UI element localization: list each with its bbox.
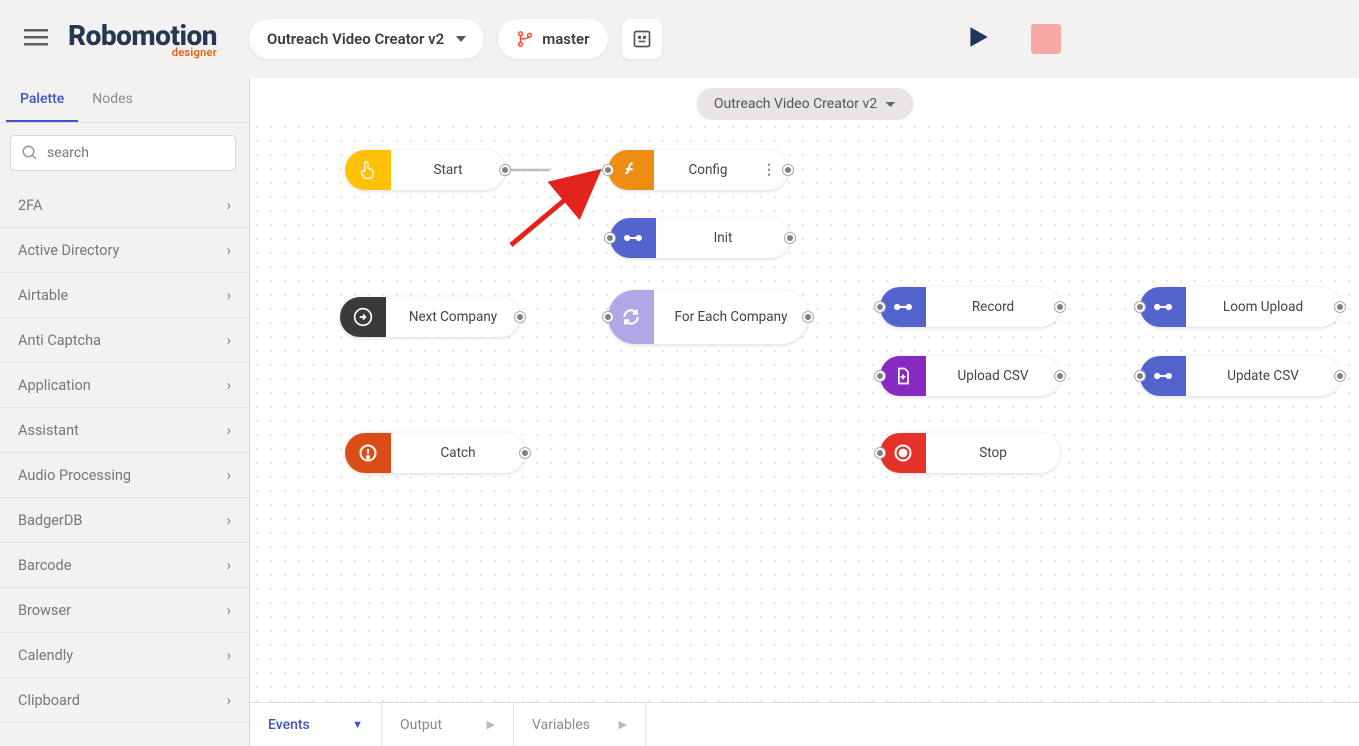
port-out[interactable] [785, 233, 795, 243]
node-label: Start [391, 162, 505, 178]
node-record[interactable]: Record [880, 287, 1060, 327]
flow-icon [880, 287, 926, 327]
node-label: Next Company [386, 309, 520, 325]
node-label: Loom Upload [1186, 299, 1340, 315]
play-button[interactable] [965, 24, 991, 54]
node-upcsv[interactable]: Upload CSV [880, 356, 1060, 396]
node-next[interactable]: Next Company [340, 297, 520, 337]
node-label: Init [656, 230, 790, 246]
category-list: 2FA›Active Directory›Airtable›Anti Captc… [0, 183, 249, 746]
search-field[interactable] [47, 145, 225, 161]
port-out[interactable] [1335, 302, 1345, 312]
chevron-down-icon [456, 36, 466, 42]
port-in[interactable] [1135, 371, 1145, 381]
node-label: Upload CSV [926, 368, 1060, 384]
refresh-icon [608, 290, 654, 344]
project-selector[interactable]: Outreach Video Creator v2 [249, 19, 484, 59]
port-out[interactable] [1335, 371, 1345, 381]
node-stop[interactable]: Stop [880, 433, 1060, 473]
search-icon [21, 144, 39, 162]
node-label: Catch [391, 445, 525, 461]
port-out[interactable] [500, 165, 510, 175]
category-item[interactable]: BadgerDB› [0, 498, 249, 543]
category-item[interactable]: Clipboard› [0, 678, 249, 723]
logo: Robomotion designer [68, 19, 217, 59]
node-loom[interactable]: Loom Upload [1140, 287, 1340, 327]
node-config[interactable]: Config⋮ [608, 150, 788, 190]
port-in[interactable] [875, 302, 885, 312]
bottom-tabs: Events▼ Output▶ Variables▶ [250, 702, 1359, 746]
project-name: Outreach Video Creator v2 [267, 30, 444, 48]
topbar: Robomotion designer Outreach Video Creat… [0, 0, 1359, 78]
node-label: For Each Company [654, 309, 808, 325]
port-in[interactable] [875, 448, 885, 458]
arrow-icon [340, 297, 386, 337]
flow-icon [610, 218, 656, 258]
flow-icon [1140, 356, 1186, 396]
category-item[interactable]: Audio Processing› [0, 453, 249, 498]
port-out[interactable] [1055, 302, 1065, 312]
canvas-title-chip[interactable]: Outreach Video Creator v2 [696, 88, 913, 120]
port-out[interactable] [783, 165, 793, 175]
canvas[interactable]: Start Config⋮ Init Next Company For Each Com… [250, 120, 1359, 702]
sidebar: Palette Nodes 2FA›Active Directory›Airta… [0, 78, 250, 746]
btab-variables[interactable]: Variables▶ [514, 703, 646, 746]
node-label: Config [654, 162, 762, 178]
hamburger-icon[interactable] [24, 25, 48, 53]
category-item[interactable]: Active Directory› [0, 228, 249, 273]
brand-sub: designer [172, 46, 217, 59]
node-catch[interactable]: Catch [345, 433, 525, 473]
node-foreach[interactable]: For Each Company [608, 290, 808, 344]
branch-selector[interactable]: master [498, 19, 607, 59]
stop-button[interactable] [1031, 24, 1061, 54]
btab-output[interactable]: Output▶ [382, 703, 514, 746]
node-init[interactable]: Init [610, 218, 790, 258]
port-out[interactable] [1055, 371, 1065, 381]
tab-nodes[interactable]: Nodes [78, 78, 147, 122]
port-in[interactable] [1135, 302, 1145, 312]
port-out[interactable] [520, 448, 530, 458]
category-item[interactable]: Anti Captcha› [0, 318, 249, 363]
port-in[interactable] [603, 312, 613, 322]
canvas-area: Outreach Video Creator v2 Start Config⋮ In… [250, 78, 1359, 746]
sidebar-tabs: Palette Nodes [0, 78, 249, 123]
node-updcsv[interactable]: Update CSV [1140, 356, 1340, 396]
stop-icon [880, 433, 926, 473]
tab-palette[interactable]: Palette [6, 78, 78, 122]
category-item[interactable]: 2FA› [0, 183, 249, 228]
port-out[interactable] [515, 312, 525, 322]
node-label: Update CSV [1186, 368, 1340, 384]
port-in[interactable] [605, 233, 615, 243]
port-out[interactable] [803, 312, 813, 322]
file-icon [880, 356, 926, 396]
robot-button[interactable] [622, 19, 662, 59]
category-item[interactable]: Browser› [0, 588, 249, 633]
alert-icon [345, 433, 391, 473]
node-start[interactable]: Start [345, 150, 505, 190]
search-input[interactable] [10, 135, 236, 171]
flow-icon [1140, 287, 1186, 327]
fx-icon [608, 150, 654, 190]
category-item[interactable]: Assistant› [0, 408, 249, 453]
category-item[interactable]: Calendly› [0, 633, 249, 678]
btab-events[interactable]: Events▼ [250, 703, 382, 746]
port-in[interactable] [875, 371, 885, 381]
canvas-title: Outreach Video Creator v2 [714, 96, 877, 112]
node-label: Record [926, 299, 1060, 315]
category-item[interactable]: Barcode› [0, 543, 249, 588]
touch-icon [345, 150, 391, 190]
chevron-down-icon [885, 102, 895, 107]
node-label: Stop [926, 445, 1060, 461]
port-in[interactable] [603, 165, 613, 175]
category-item[interactable]: Airtable› [0, 273, 249, 318]
category-item[interactable]: Application› [0, 363, 249, 408]
branch-name: master [542, 30, 589, 48]
